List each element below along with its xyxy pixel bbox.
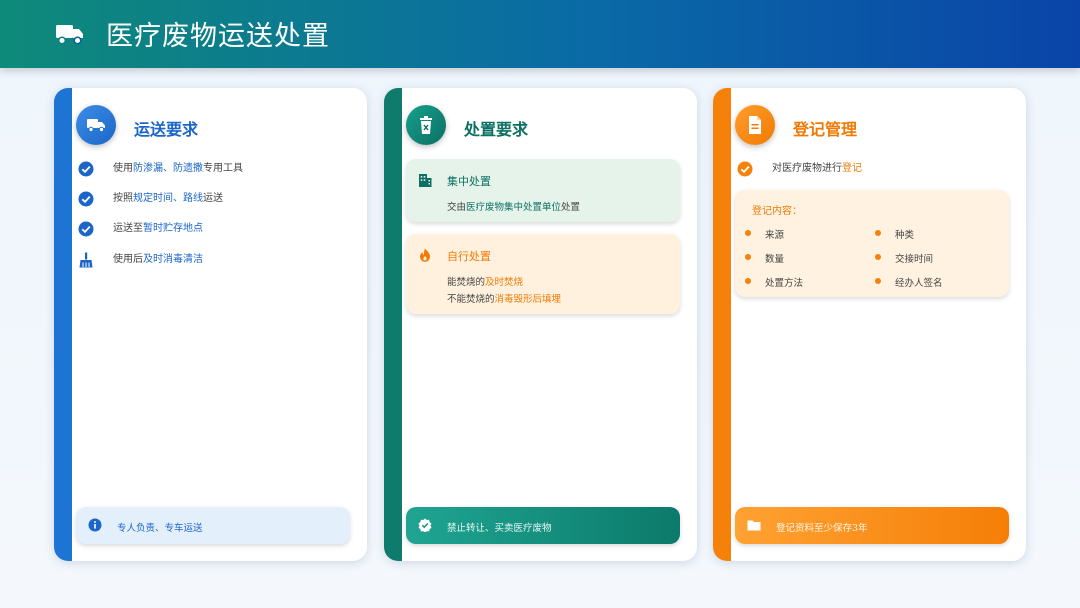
transport-card: 运送要求 使用防渗漏、防遗撒专用工具 按照规定时间、路线运送 运送至暂时贮存地点… [54,88,367,561]
card-accent-bar [384,88,402,561]
box-text: 能焚烧的 [447,277,486,288]
self-disposal-title: 自行处置 [447,250,491,263]
footer-text: 禁止转让、买卖医疗废物 [447,523,552,534]
disposal-title: 处置要求 [464,120,529,139]
field-label: 来源 [765,230,785,241]
check-circle-icon [78,161,94,177]
box-highlight: 及时焚烧 [485,277,524,288]
footer-text: 登记资料至少保存3年 [776,523,868,534]
truck-icon [87,119,105,133]
self-disposal-line-1: 能焚烧的及时焚烧 [447,274,523,288]
bullet-dot [745,230,751,236]
item-text: 使用 [113,163,133,174]
transport-footer: 专人负责、专车运送 [76,507,350,544]
box-text: 处置 [561,202,581,213]
folder-icon [747,520,761,531]
item-highlight: 暂时贮存地点 [143,223,203,234]
field-label: 交接时间 [895,254,934,265]
registration-content-box: 登记内容： 来源 种类 数量 交接时间 处置方法 经办人签名 [735,190,1009,297]
self-disposal-line-2: 不能焚烧的消毒毁形后填埋 [447,291,561,305]
registration-icon-circle [735,105,775,145]
badge-check-icon [418,518,432,532]
item-text: 专用工具 [203,163,243,174]
flame-icon [420,248,430,262]
registration-content-title: 登记内容： [752,206,802,217]
central-disposal-title: 集中处置 [447,175,491,188]
registration-title: 登记管理 [793,120,858,139]
registration-card: 登记管理 对医疗废物进行登记 登记内容： 来源 种类 数量 交接时间 处置方法 … [713,88,1026,561]
box-highlight: 消毒毁形后填埋 [494,294,562,305]
check-circle-icon [78,191,94,207]
box-highlight: 医疗废物集中处置单位 [466,202,562,213]
bullet-dot [875,254,881,260]
field-label: 数量 [765,254,785,265]
check-circle-icon [78,221,94,237]
disposal-icon-circle [406,105,446,145]
registration-footer: 登记资料至少保存3年 [735,507,1009,544]
info-icon [88,518,102,532]
item-text: 运送至 [113,223,143,234]
document-icon [749,116,761,134]
page-title: 医疗废物运送处置 [106,21,330,52]
central-disposal-box: 集中处置 交由医疗废物集中处置单位处置 [406,159,680,222]
box-text: 交由 [447,202,467,213]
bullet-dot [745,278,751,284]
transport-icon-circle [76,105,116,145]
transport-title: 运送要求 [134,120,199,139]
item-highlight: 及时消毒清洁 [143,254,203,265]
trash-icon [420,116,432,134]
item-text: 运送 [203,193,223,204]
building-icon [419,174,432,187]
self-disposal-box: 自行处置 能焚烧的及时焚烧 不能焚烧的消毒毁形后填埋 [406,234,680,314]
field-label: 种类 [895,230,915,241]
item-highlight: 登记 [842,163,862,174]
item-highlight: 防渗漏、防遗撒 [133,163,203,174]
item-text: 对医疗废物进行 [772,163,842,174]
field-label: 经办人签名 [895,278,943,289]
bullet-dot [875,278,881,284]
card-accent-bar [54,88,72,561]
card-accent-bar [713,88,731,561]
disposal-footer: 禁止转让、买卖医疗废物 [406,507,680,544]
truck-icon [56,25,83,45]
item-highlight: 规定时间、路线 [133,193,203,204]
disposal-card: 处置要求 集中处置 交由医疗废物集中处置单位处置 自行处置 能焚烧的及时焚烧 不… [384,88,697,561]
check-circle-icon [737,161,753,177]
item-text: 使用后 [113,254,143,265]
item-text: 按照 [113,193,133,204]
footer-text: 专人负责、专车运送 [117,523,203,534]
central-disposal-text: 交由医疗废物集中处置单位处置 [447,199,580,213]
field-label: 处置方法 [765,278,804,289]
bullet-dot [745,254,751,260]
header-banner: 医疗废物运送处置 [0,0,1080,68]
box-text: 不能焚烧的 [447,294,495,305]
bullet-dot [875,230,881,236]
broom-icon [79,252,93,268]
